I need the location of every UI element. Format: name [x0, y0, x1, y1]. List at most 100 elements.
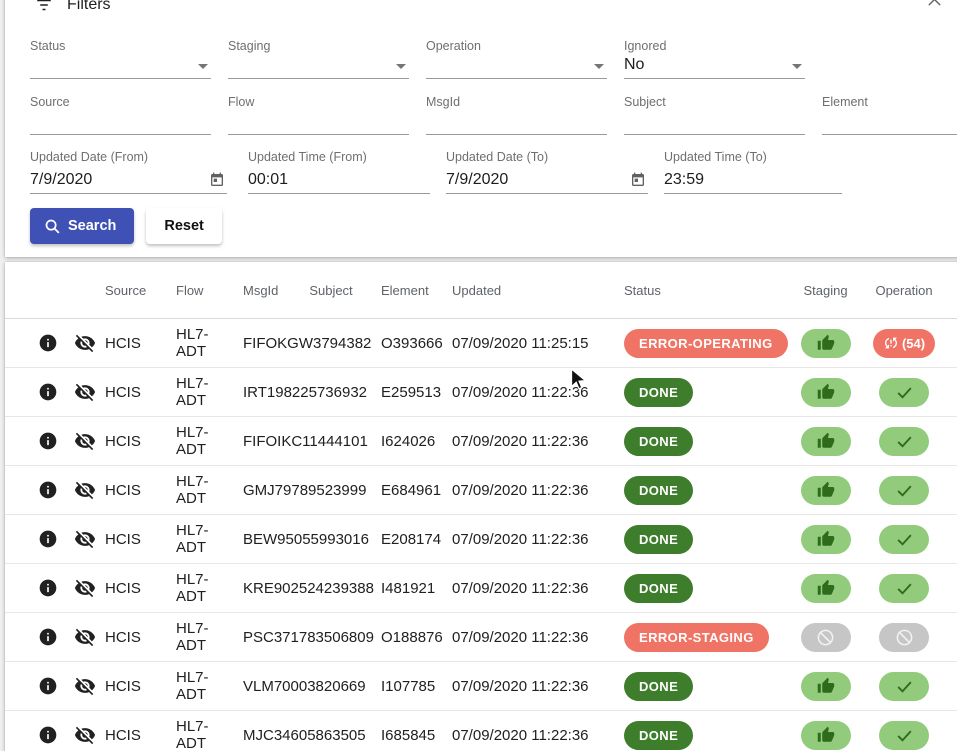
cell-status: DONE: [610, 662, 795, 710]
calendar-icon[interactable]: [630, 172, 646, 188]
close-icon[interactable]: [926, 0, 943, 8]
table-header: Source Flow MsgId Subject Element Update…: [5, 262, 957, 319]
info-button[interactable]: [29, 613, 67, 661]
info-icon: [38, 480, 58, 500]
staging-ok-pill[interactable]: [801, 672, 851, 701]
ignore-button[interactable]: [67, 368, 103, 416]
operation-ok-pill[interactable]: [879, 721, 929, 750]
check-icon: [895, 726, 914, 745]
thumb-up-icon: [817, 334, 835, 352]
filter-ignored[interactable]: Ignored No: [624, 39, 805, 79]
info-icon: [38, 627, 58, 647]
info-button[interactable]: [29, 515, 67, 563]
filter-msgid-input[interactable]: [426, 111, 607, 135]
cell-status: DONE: [610, 368, 795, 416]
filter-status-select[interactable]: [30, 55, 211, 79]
calendar-icon[interactable]: [209, 172, 225, 188]
screen: Filters Status Staging Operation: [0, 0, 957, 751]
cell-source: HCIS: [103, 711, 171, 751]
staging-ok-pill[interactable]: [801, 378, 851, 407]
filter-status[interactable]: Status: [30, 39, 211, 79]
operation-ok-pill[interactable]: [879, 427, 929, 456]
filter-subject-input[interactable]: [624, 111, 805, 135]
filter-element-input[interactable]: [822, 111, 957, 135]
filter-subject[interactable]: Subject: [624, 95, 805, 135]
ignore-button[interactable]: [67, 515, 103, 563]
operation-ok-pill[interactable]: [879, 672, 929, 701]
filter-source-input[interactable]: [30, 111, 211, 135]
filter-updated-time-to[interactable]: Updated Time (To) 23:59: [664, 150, 842, 194]
ignore-button[interactable]: [67, 417, 103, 465]
ignore-button[interactable]: [67, 711, 103, 751]
ignore-button[interactable]: [67, 613, 103, 661]
filter-operation[interactable]: Operation: [426, 39, 607, 79]
filter-operation-select[interactable]: [426, 55, 607, 79]
info-button[interactable]: [29, 711, 67, 751]
filter-msgid[interactable]: MsgId: [426, 95, 607, 135]
cell-staging: [795, 319, 856, 367]
status-badge: DONE: [624, 476, 693, 505]
filter-updated-time-to-input[interactable]: 23:59: [664, 166, 842, 194]
info-button[interactable]: [29, 564, 67, 612]
staging-ok-pill[interactable]: [801, 476, 851, 505]
cell-msgid: VLM70003820669: [238, 662, 305, 710]
filter-flow[interactable]: Flow: [228, 95, 409, 135]
visibility-off-icon: [74, 626, 96, 648]
info-button[interactable]: [29, 368, 67, 416]
ignore-button[interactable]: [67, 662, 103, 710]
search-button[interactable]: Search: [30, 208, 134, 244]
filter-source[interactable]: Source: [30, 95, 211, 135]
filter-updated-date-to-input[interactable]: 7/9/2020: [446, 166, 648, 194]
filter-flow-input[interactable]: [228, 111, 409, 135]
chevron-down-icon: [198, 64, 208, 69]
cell-source: HCIS: [103, 662, 171, 710]
ignore-button[interactable]: [67, 564, 103, 612]
filter-updated-date-from-value: 7/9/2020: [30, 171, 92, 189]
filter-updated-date-to[interactable]: Updated Date (To) 7/9/2020: [446, 150, 648, 194]
info-button[interactable]: [29, 662, 67, 710]
cell-subject: [305, 466, 357, 514]
operation-retry-pill[interactable]: (54): [873, 329, 935, 358]
cell-element: I107785: [357, 662, 435, 710]
ignore-button[interactable]: [67, 466, 103, 514]
filter-operation-label: Operation: [426, 39, 607, 53]
filter-status-label: Status: [30, 39, 211, 53]
cell-element: O393666: [357, 319, 435, 367]
filter-updated-date-from[interactable]: Updated Date (From) 7/9/2020: [30, 150, 227, 194]
cell-operation: [856, 711, 952, 751]
staging-ok-pill[interactable]: [801, 721, 851, 750]
operation-ok-pill[interactable]: [879, 378, 929, 407]
check-icon: [895, 383, 914, 402]
filter-element[interactable]: Element: [822, 95, 957, 135]
staging-ok-pill[interactable]: [801, 574, 851, 603]
operation-ok-pill[interactable]: [879, 476, 929, 505]
table-row: HCISHL7-ADTVLM70003820669I10778507/09/20…: [5, 662, 957, 711]
operation-ok-pill[interactable]: [879, 574, 929, 603]
filter-updated-date-from-input[interactable]: 7/9/2020: [30, 166, 227, 194]
info-button[interactable]: [29, 466, 67, 514]
cell-updated: 07/09/2020 11:25:15: [435, 319, 610, 367]
search-icon: [44, 218, 61, 235]
operation-retry-count: (54): [902, 336, 925, 351]
filter-ignored-select[interactable]: No: [624, 55, 805, 79]
staging-ok-pill[interactable]: [801, 329, 851, 358]
filter-updated-time-from[interactable]: Updated Time (From) 00:01: [248, 150, 430, 194]
operation-ok-pill[interactable]: [879, 525, 929, 554]
cell-updated: 07/09/2020 11:22:36: [435, 564, 610, 612]
table-row: HCISHL7-ADTIRT198225736932E25951307/09/2…: [5, 368, 957, 417]
status-badge: ERROR-OPERATING: [624, 329, 788, 358]
filter-updated-time-from-input[interactable]: 00:01: [248, 166, 430, 194]
filter-staging[interactable]: Staging: [228, 39, 409, 79]
filter-staging-select[interactable]: [228, 55, 409, 79]
info-button[interactable]: [29, 319, 67, 367]
cell-updated: 07/09/2020 11:22:36: [435, 711, 610, 751]
staging-ok-pill[interactable]: [801, 427, 851, 456]
info-button[interactable]: [29, 417, 67, 465]
reset-button[interactable]: Reset: [146, 208, 222, 244]
cell-source: HCIS: [103, 368, 171, 416]
cell-msgid: PSC371783506809: [238, 613, 305, 661]
staging-ok-pill[interactable]: [801, 525, 851, 554]
cell-staging: [795, 711, 856, 751]
status-badge: ERROR-STAGING: [624, 623, 769, 652]
ignore-button[interactable]: [67, 319, 103, 367]
